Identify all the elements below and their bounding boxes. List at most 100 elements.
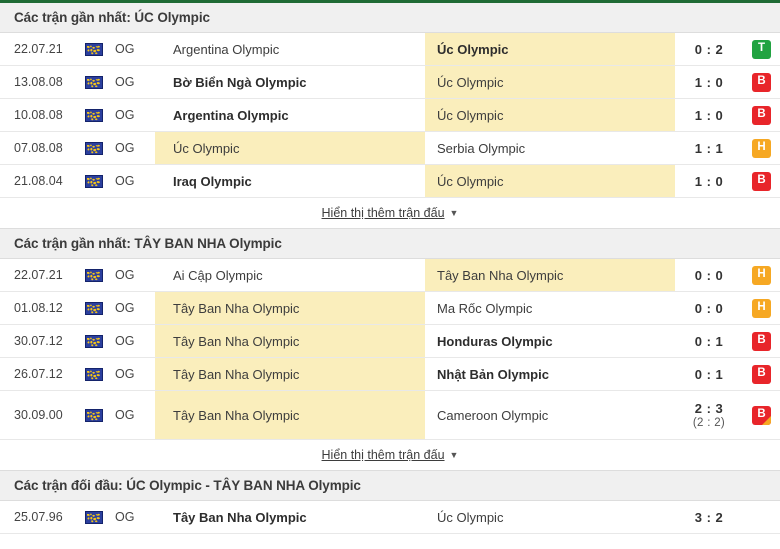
section-title: Các trận gần nhất: TÂY BAN NHA Olympic	[14, 236, 282, 251]
competition-code[interactable]: OG	[108, 99, 155, 131]
score-main: 0 : 0	[695, 301, 724, 316]
result-badge[interactable]: H	[752, 299, 771, 318]
competition-code[interactable]: OG	[108, 325, 155, 357]
competition-flag	[80, 99, 108, 131]
chevron-down-icon[interactable]: ▼	[450, 208, 459, 218]
match-score[interactable]: 1 : 0	[675, 165, 743, 197]
away-team-cell[interactable]: Úc Olympic	[425, 66, 675, 98]
match-score[interactable]: 1 : 0	[675, 99, 743, 131]
match-score[interactable]: 0 : 1	[675, 358, 743, 390]
show-more-row[interactable]: Hiển thị thêm trận đấu ▼	[0, 440, 780, 471]
match-score[interactable]: 0 : 2	[675, 33, 743, 65]
competition-code[interactable]: OG	[108, 292, 155, 324]
match-date: 30.09.00	[0, 391, 80, 439]
result-badge-cell: T	[743, 33, 780, 65]
match-score[interactable]: 0 : 0	[675, 292, 743, 324]
away-team-cell[interactable]: Cameroon Olympic	[425, 391, 675, 439]
result-badge[interactable]: B	[752, 365, 771, 384]
away-team-cell[interactable]: Ma Rốc Olympic	[425, 292, 675, 324]
match-score[interactable]: 1 : 1	[675, 132, 743, 164]
table-row[interactable]: 01.08.12OGTây Ban Nha OlympicMa Rốc Olym…	[0, 292, 780, 325]
home-team-cell[interactable]: Úc Olympic	[155, 132, 425, 164]
away-team-cell[interactable]: Úc Olympic	[425, 501, 675, 533]
table-row[interactable]: 26.07.12OGTây Ban Nha OlympicNhật Bản Ol…	[0, 358, 780, 391]
competition-code[interactable]: OG	[108, 132, 155, 164]
section-header: Các trận đối đầu: ÚC Olympic - TÂY BAN N…	[0, 471, 780, 501]
table-row[interactable]: 22.07.21OGAi Cập OlympicTây Ban Nha Olym…	[0, 259, 780, 292]
result-badge[interactable]: H	[752, 266, 771, 285]
competition-flag	[80, 358, 108, 390]
away-team-cell[interactable]: Úc Olympic	[425, 99, 675, 131]
home-team-cell[interactable]: Tây Ban Nha Olympic	[155, 292, 425, 324]
og-flag-icon	[85, 335, 103, 348]
competition-code[interactable]: OG	[108, 501, 155, 533]
result-badge[interactable]: B	[752, 406, 771, 425]
og-flag-icon	[85, 368, 103, 381]
home-team-cell[interactable]: Tây Ban Nha Olympic	[155, 391, 425, 439]
match-score[interactable]: 0 : 1	[675, 325, 743, 357]
table-row[interactable]: 30.07.12OGTây Ban Nha OlympicHonduras Ol…	[0, 325, 780, 358]
table-row[interactable]: 10.08.08OGArgentina OlympicÚc Olympic1 :…	[0, 99, 780, 132]
home-team-cell[interactable]: Tây Ban Nha Olympic	[155, 358, 425, 390]
home-team-cell[interactable]: Tây Ban Nha Olympic	[155, 325, 425, 357]
match-date: 13.08.08	[0, 66, 80, 98]
away-team-name: Tây Ban Nha Olympic	[437, 268, 563, 283]
result-badge-cell: B	[743, 66, 780, 98]
table-row[interactable]: 25.07.96OGTây Ban Nha OlympicÚc Olympic3…	[0, 501, 780, 534]
og-flag-icon	[85, 43, 103, 56]
og-flag-icon	[85, 302, 103, 315]
show-more-row[interactable]: Hiển thị thêm trận đấu ▼	[0, 198, 780, 229]
table-row[interactable]: 07.08.08OGÚc OlympicSerbia Olympic1 : 1H	[0, 132, 780, 165]
competition-flag	[80, 132, 108, 164]
result-badge[interactable]: H	[752, 139, 771, 158]
competition-code[interactable]: OG	[108, 358, 155, 390]
away-team-name: Úc Olympic	[437, 108, 503, 123]
match-score[interactable]: 3 : 2	[675, 501, 743, 533]
table-row[interactable]: 30.09.00 OGTây Ban Nha Olympic Cameroon Ol…	[0, 391, 780, 440]
away-team-cell[interactable]: Honduras Olympic	[425, 325, 675, 357]
result-badge[interactable]: B	[752, 332, 771, 351]
home-team-cell[interactable]: Argentina Olympic	[155, 33, 425, 65]
section-title: Các trận đối đầu: ÚC Olympic - TÂY BAN N…	[14, 478, 361, 493]
match-score[interactable]: 1 : 0	[675, 66, 743, 98]
home-team-cell[interactable]: Bờ Biển Ngà Olympic	[155, 66, 425, 98]
result-badge[interactable]: B	[752, 73, 771, 92]
table-row[interactable]: 13.08.08 OGBờ Biển Ngà OlympicÚc Olympic1…	[0, 66, 780, 99]
competition-code[interactable]: OG	[108, 165, 155, 197]
og-flag-icon	[85, 175, 103, 188]
home-team-name: Úc Olympic	[173, 141, 239, 156]
home-team-cell[interactable]: Tây Ban Nha Olympic	[155, 501, 425, 533]
competition-code[interactable]: OG	[108, 391, 155, 439]
score-main: 0 : 1	[695, 367, 724, 382]
show-more-link[interactable]: Hiển thị thêm trận đấu	[322, 448, 445, 462]
result-badge[interactable]: B	[752, 172, 771, 191]
table-row[interactable]: 22.07.21OGArgentina OlympicÚc Olympic0 :…	[0, 33, 780, 66]
result-badge[interactable]: T	[752, 40, 771, 59]
home-team-name: Iraq Olympic	[173, 174, 252, 189]
section-head-to-head: Các trận đối đầu: ÚC Olympic - TÂY BAN N…	[0, 471, 780, 534]
section-recent-away: Các trận gần nhất: TÂY BAN NHA Olympic 22…	[0, 229, 780, 471]
away-team-cell[interactable]: Tây Ban Nha Olympic	[425, 259, 675, 291]
home-team-cell[interactable]: Argentina Olympic	[155, 99, 425, 131]
competition-code[interactable]: OG	[108, 66, 155, 98]
chevron-down-icon[interactable]: ▼	[450, 450, 459, 460]
result-badge-cell: B	[743, 358, 780, 390]
away-team-cell[interactable]: Úc Olympic	[425, 33, 675, 65]
competition-code[interactable]: OG	[108, 259, 155, 291]
result-badge[interactable]: B	[752, 106, 771, 125]
away-team-cell[interactable]: Nhật Bản Olympic	[425, 358, 675, 390]
show-more-link[interactable]: Hiển thị thêm trận đấu	[322, 206, 445, 220]
match-score[interactable]: 0 : 0	[675, 259, 743, 291]
competition-code[interactable]: OG	[108, 33, 155, 65]
table-row[interactable]: 21.08.04OGIraq OlympicÚc Olympic1 : 0B	[0, 165, 780, 198]
competition-flag	[80, 292, 108, 324]
score-main: 1 : 0	[695, 108, 724, 123]
match-score[interactable]: 2 : 3(2 : 2)	[675, 391, 743, 439]
away-team-name: Cameroon Olympic	[437, 408, 548, 423]
home-team-cell[interactable]: Ai Cập Olympic	[155, 259, 425, 291]
away-team-cell[interactable]: Serbia Olympic	[425, 132, 675, 164]
away-team-cell[interactable]: Úc Olympic	[425, 165, 675, 197]
sections-container: Các trận gần nhất: ÚC Olympic22.07.21OGA…	[0, 3, 780, 534]
home-team-name: Tây Ban Nha Olympic	[173, 510, 307, 525]
home-team-cell[interactable]: Iraq Olympic	[155, 165, 425, 197]
